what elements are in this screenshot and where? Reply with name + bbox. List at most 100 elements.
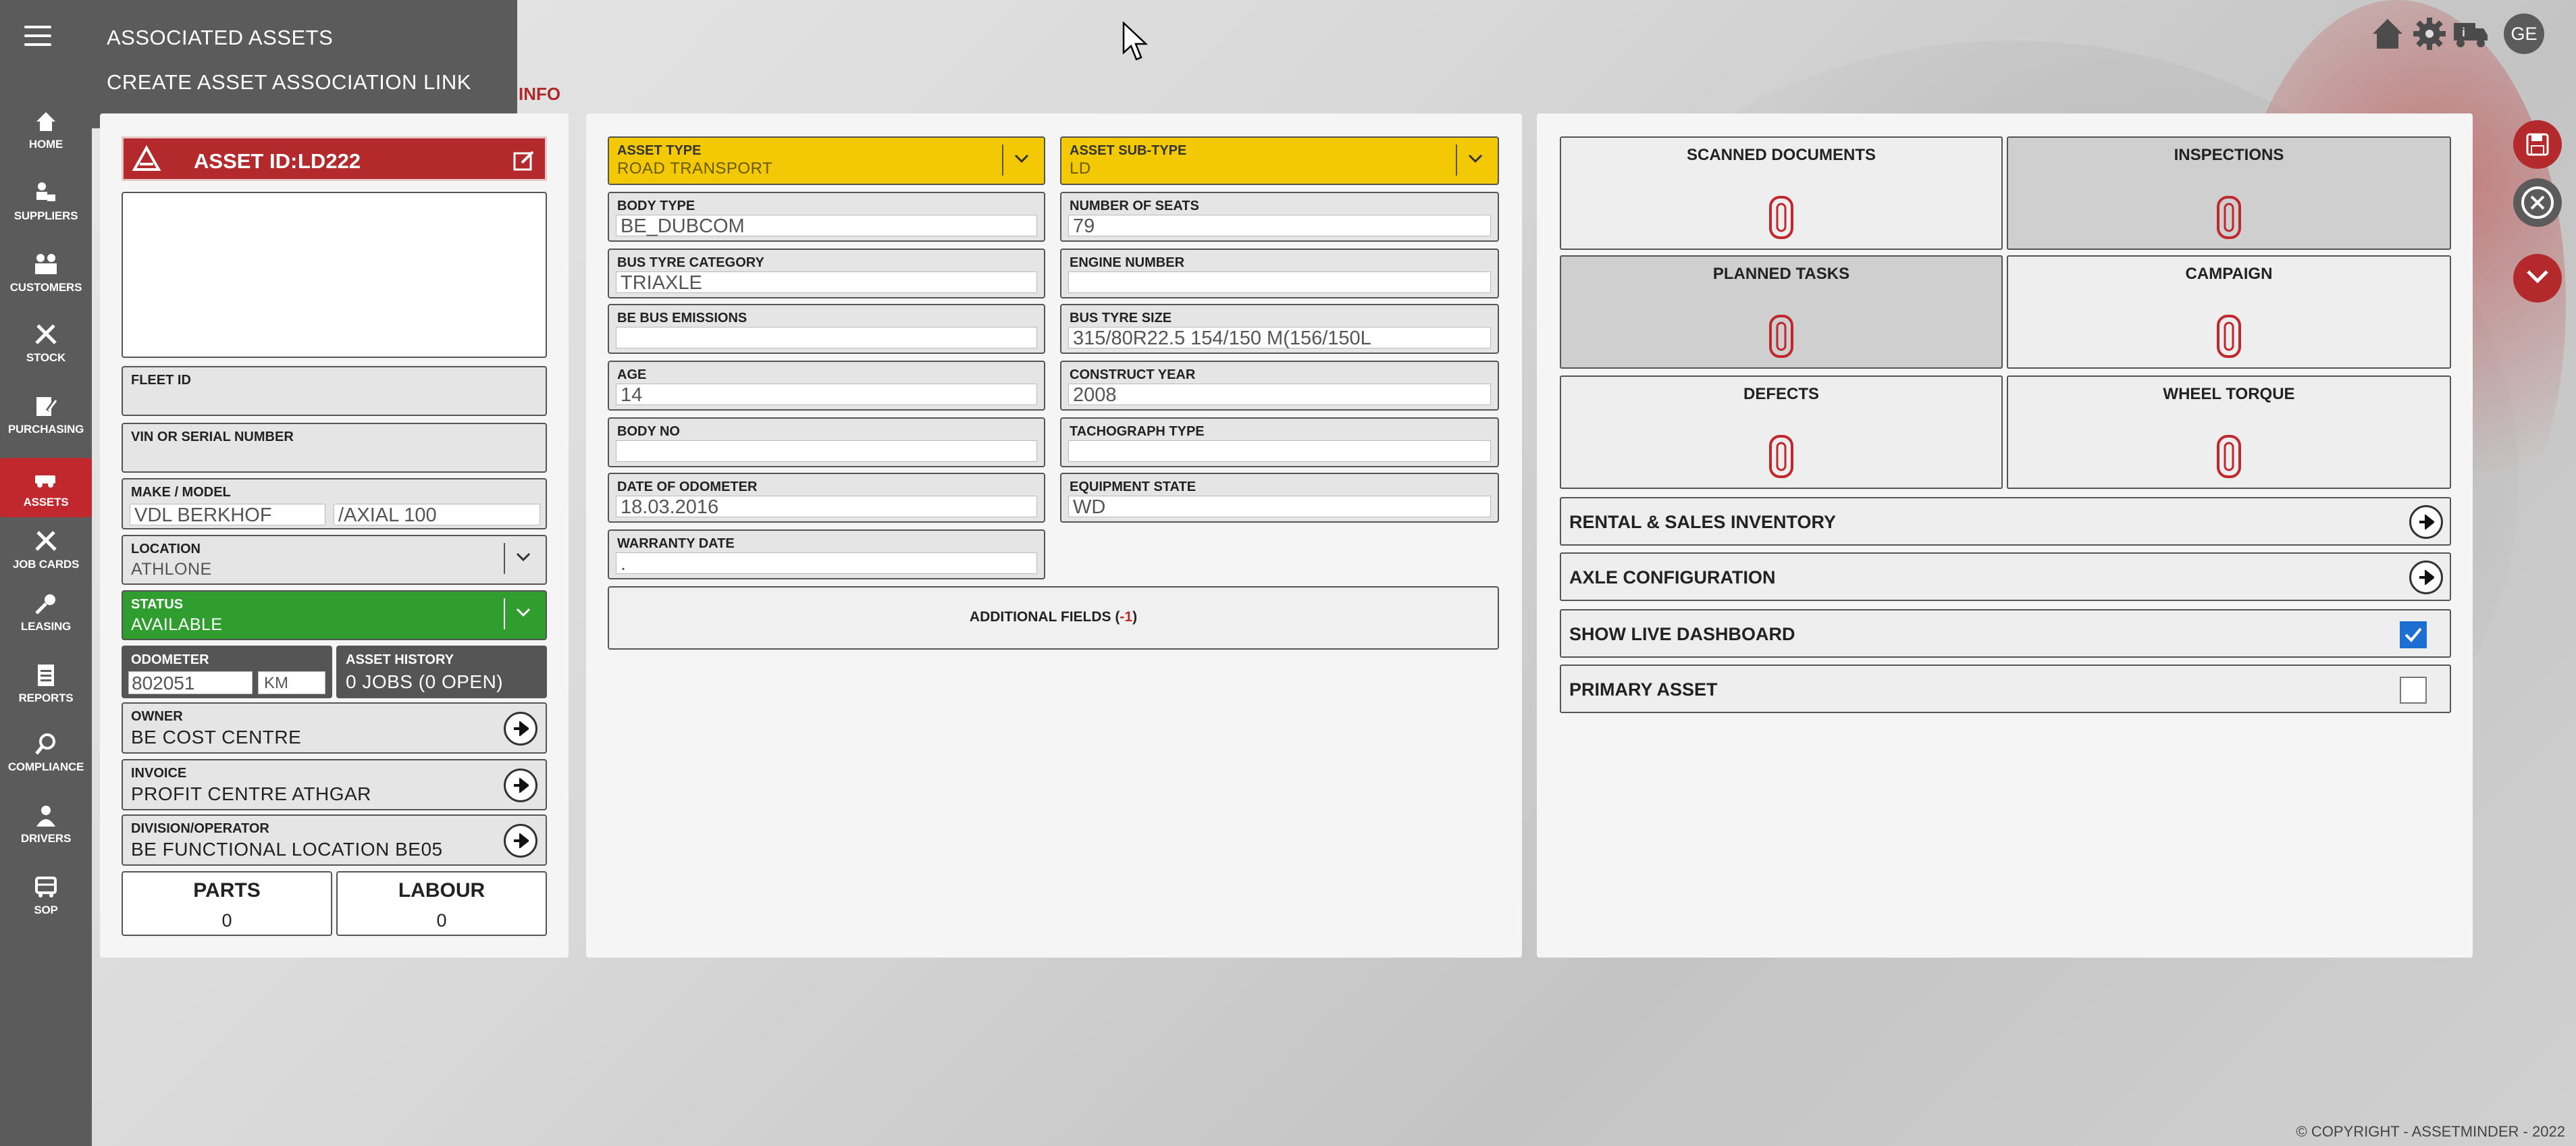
show-live-dashboard-checkbox[interactable] [2400, 621, 2427, 648]
owner-field: OWNER BE COST CENTRE [122, 702, 547, 754]
sidebar-item-leasing[interactable]: LEASING [0, 582, 92, 642]
tile-campaign[interactable]: CAMPAIGN [2007, 255, 2451, 369]
vin-field[interactable]: VIN OR SERIAL NUMBER [122, 423, 547, 473]
body-no-input[interactable] [616, 440, 1037, 462]
chevron-down-icon[interactable] [504, 598, 539, 629]
truck-info-icon[interactable]: i [2451, 15, 2489, 53]
sidebar-item-assets[interactable]: ASSETS [0, 458, 92, 517]
arrow-right-icon[interactable] [504, 769, 537, 802]
body-type-field: BODY TYPE BE_DUBCOM [608, 192, 1045, 242]
arrow-right-icon[interactable] [2409, 505, 2443, 539]
sidebar-item-purchasing[interactable]: PURCHASING [0, 385, 92, 444]
sidebar-item-label: DRIVERS [20, 832, 72, 845]
field-label: ODOMETER [131, 652, 209, 667]
equipment-state-input[interactable]: WD [1068, 496, 1491, 518]
assets-icon [35, 475, 55, 488]
sidebar-item-stock[interactable]: STOCK [0, 313, 92, 373]
job-cards-icon [35, 531, 57, 551]
primary-asset-row: PRIMARY ASSET [1560, 665, 2451, 713]
sidebar-item-compliance[interactable]: COMPLIANCE [0, 723, 92, 782]
body-type-input[interactable]: BE_DUBCOM [616, 215, 1037, 237]
tachograph-type-input[interactable] [1068, 440, 1491, 462]
expand-button[interactable] [2513, 254, 2562, 303]
sidebar-item-customers[interactable]: CUSTOMERS [0, 243, 92, 303]
asset-id-value: LD222 [298, 149, 361, 173]
asset-sub-type-select[interactable]: ASSET SUB-TYPE LD [1060, 136, 1499, 185]
field-value: LD [1070, 159, 1091, 178]
primary-asset-checkbox[interactable] [2400, 677, 2427, 704]
bus-tyre-category-input[interactable]: TRIAXLE [616, 271, 1037, 294]
chevron-down-icon[interactable] [1002, 145, 1037, 176]
field-label: FLEET ID [131, 373, 191, 388]
additional-fields-count: -1 [1120, 609, 1133, 625]
field-label: DIVISION/OPERATOR [131, 821, 269, 836]
field-label: ASSET HISTORY [346, 652, 454, 667]
location-select[interactable]: LOCATION ATHLONE [122, 535, 547, 585]
row-label: RENTAL & SALES INVENTORY [1569, 512, 1837, 532]
asset-id-label: ASSET ID: [194, 149, 298, 173]
asset-type-select[interactable]: ASSET TYPE ROAD TRANSPORT [608, 136, 1045, 185]
tile-scanned-documents[interactable]: SCANNED DOCUMENTS [1560, 136, 2003, 250]
sidebar-item-home[interactable]: HOME [0, 100, 92, 159]
age-input[interactable]: 14 [616, 384, 1037, 406]
number-of-seats-input[interactable]: 79 [1068, 215, 1491, 237]
field-value: BE FUNCTIONAL LOCATION BE05 [131, 839, 443, 860]
sidebar-item-job-cards[interactable]: JOB CARDS [0, 520, 92, 579]
sidebar-item-drivers[interactable]: DRIVERS [0, 794, 92, 854]
make-input[interactable]: VDL BERKHOF [130, 504, 325, 526]
additional-fields-button[interactable]: ADDITIONAL FIELDS (-1) [608, 586, 1499, 650]
be-bus-emissions-input[interactable] [616, 327, 1037, 348]
labour-value: 0 [436, 910, 447, 931]
sidebar-item-reports[interactable]: REPORTS [0, 654, 92, 713]
svg-text:i: i [2462, 26, 2465, 39]
arrow-right-icon[interactable] [2409, 561, 2443, 594]
sidebar-item-sop[interactable]: SOP [0, 866, 92, 925]
chevron-down-icon[interactable] [1456, 145, 1491, 176]
bus-tyre-size-input[interactable]: 315/80R22.5 154/150 M(156/150L [1068, 327, 1491, 349]
odometer-unit[interactable]: KM [258, 671, 325, 694]
hamburger-menu-icon[interactable] [24, 26, 51, 46]
menu-item-associated-assets[interactable]: ASSOCIATED ASSETS [107, 26, 333, 50]
home-icon[interactable] [2369, 15, 2407, 53]
age-field: AGE 14 [608, 361, 1045, 411]
tile-planned-tasks[interactable]: PLANNED TASKS [1560, 255, 2003, 369]
arrow-right-icon[interactable] [504, 824, 537, 858]
construct-year-input[interactable]: 2008 [1068, 384, 1491, 406]
equipment-state-field: EQUIPMENT STATE WD [1060, 473, 1499, 523]
be-bus-emissions-field: BE BUS EMISSIONS [608, 304, 1045, 354]
field-label: LOCATION [131, 542, 201, 556]
field-label: BODY TYPE [617, 199, 695, 213]
warranty-date-input[interactable]: . [616, 552, 1037, 575]
sidebar-item-suppliers[interactable]: SUPPLIERS [0, 172, 92, 231]
axle-configuration-row[interactable]: AXLE CONFIGURATION [1560, 552, 2451, 601]
asset-history-button[interactable]: ASSET HISTORY 0 JOBS (0 OPEN) [336, 646, 547, 698]
rental-sales-inventory-row[interactable]: RENTAL & SALES INVENTORY [1560, 497, 2451, 546]
gear-icon[interactable] [2411, 15, 2448, 53]
field-label: STATUS [131, 597, 184, 612]
tile-defects[interactable]: DEFECTS [1560, 375, 2003, 489]
invoice-field: INVOICE PROFIT CENTRE ATHGAR [122, 759, 547, 810]
asset-image-area[interactable] [122, 192, 547, 358]
menu-item-create-asset-association-link[interactable]: CREATE ASSET ASSOCIATION LINK [107, 70, 471, 95]
labour-summary[interactable]: LABOUR 0 [336, 871, 547, 936]
field-label: BUS TYRE CATEGORY [617, 255, 764, 270]
odometer-input[interactable]: 802051 [128, 671, 253, 694]
tile-inspections[interactable]: INSPECTIONS [2007, 136, 2451, 250]
bus-tyre-category-field: BUS TYRE CATEGORY TRIAXLE [608, 249, 1045, 298]
avatar[interactable]: GE [2504, 14, 2544, 54]
tab-info[interactable]: INFO [519, 84, 560, 105]
date-of-odometer-input[interactable]: 18.03.2016 [616, 496, 1037, 518]
status-select[interactable]: STATUS AVAILABLE [122, 590, 547, 640]
chevron-down-icon[interactable] [504, 543, 539, 574]
field-value: BE COST CENTRE [131, 727, 302, 748]
close-button[interactable] [2513, 178, 2562, 227]
parts-summary[interactable]: PARTS 0 [122, 871, 332, 936]
model-input[interactable]: /AXIAL 100 [334, 504, 540, 526]
tile-wheel-torque[interactable]: WHEEL TORQUE [2007, 375, 2451, 489]
edit-icon[interactable] [512, 149, 535, 172]
save-button[interactable] [2513, 120, 2562, 169]
asset-id-header: ASSET ID: LD222 [122, 136, 547, 181]
fleet-id-field[interactable]: FLEET ID [122, 366, 547, 416]
engine-number-input[interactable] [1068, 271, 1491, 293]
arrow-right-icon[interactable] [504, 712, 537, 746]
